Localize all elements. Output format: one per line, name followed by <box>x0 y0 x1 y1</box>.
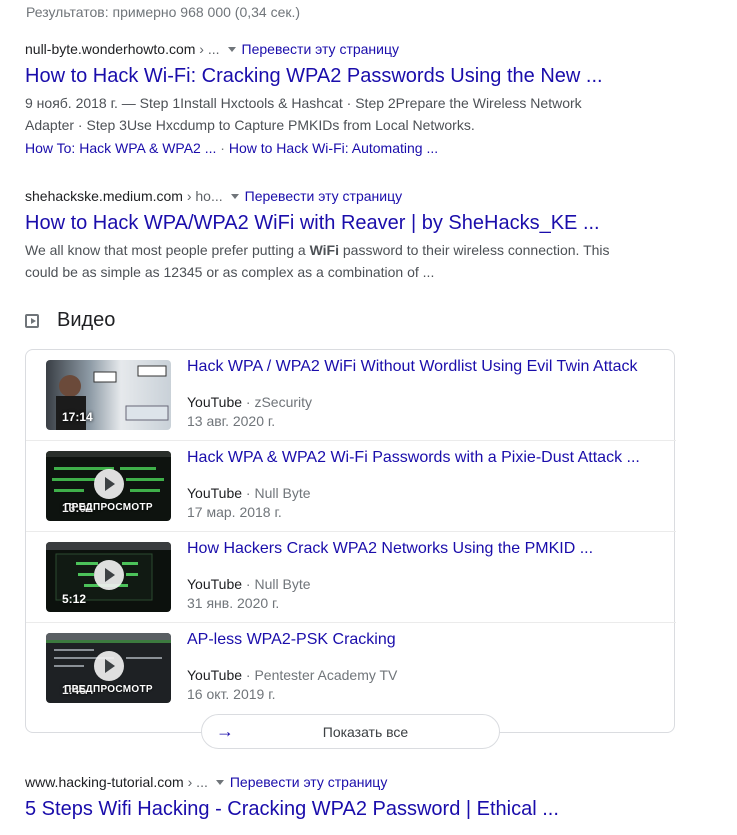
video-source: YouTube · Pentester Academy TV <box>187 667 397 683</box>
videos-heading-label: Видео <box>57 309 116 331</box>
sitelink-separator: · <box>216 140 229 156</box>
result-snippet: We all know that most people prefer putt… <box>25 239 645 283</box>
videos-heading: Видео <box>25 309 115 332</box>
show-all-button[interactable]: → Показать все <box>201 714 500 749</box>
snippet-line: We all know that most people prefer putt… <box>25 239 645 261</box>
video-icon <box>25 313 39 328</box>
video-title-link[interactable]: Hack WPA & WPA2 Wi-Fi Passwords with a P… <box>187 449 640 467</box>
result-snippet: 9 нояб. 2018 г. — Step 1Install Hxctools… <box>25 92 645 136</box>
translate-link[interactable]: Перевести эту страницу <box>230 774 387 790</box>
preview-label: ПРЕДПРОСМОТР <box>64 502 153 513</box>
video-channel: zSecurity <box>254 394 313 410</box>
video-channel: Pentester Academy TV <box>254 667 398 683</box>
result-domain: shehackske.medium.com <box>25 188 183 204</box>
snippet-text: password to their wireless connection. T… <box>339 242 610 258</box>
result-url[interactable]: www.hacking-tutorial.com › ... Перевести … <box>25 773 645 791</box>
video-duration: 17:14 <box>62 410 93 424</box>
preview-label: ПРЕДПРОСМОТР <box>64 684 153 695</box>
video-source: YouTube · Null Byte <box>187 485 311 501</box>
play-icon[interactable] <box>94 651 124 681</box>
snippet-text: We all know that most people prefer putt… <box>25 242 310 258</box>
video-thumbnail[interactable]: 17:14 <box>46 360 171 430</box>
play-icon[interactable] <box>94 469 124 499</box>
result-domain: null-byte.wonderhowto.com <box>25 41 196 57</box>
video-platform: YouTube <box>187 667 243 683</box>
video-source: YouTube · Null Byte <box>187 576 311 592</box>
search-result: shehackske.medium.com › ho... Перевести э… <box>25 187 645 283</box>
source-separator: · <box>242 485 255 501</box>
video-date: 31 янв. 2020 г. <box>187 595 280 611</box>
source-separator: · <box>242 667 255 683</box>
show-all-label: Показать все <box>322 724 409 740</box>
snippet-bold: WiFi <box>309 242 339 258</box>
search-result: null-byte.wonderhowto.com › ... Перевести… <box>25 40 645 158</box>
result-url[interactable]: null-byte.wonderhowto.com › ... Перевести… <box>25 40 645 58</box>
video-title-link[interactable]: Hack WPA / WPA2 WiFi Without Wordlist Us… <box>187 358 637 376</box>
video-date: 13 авг. 2020 г. <box>187 413 276 429</box>
video-channel: Null Byte <box>254 576 311 592</box>
video-source: YouTube · zSecurity <box>187 394 312 410</box>
caret-down-icon[interactable] <box>215 780 224 785</box>
result-title-link[interactable]: How to Hack WPA/WPA2 WiFi with Reaver | … <box>25 210 645 236</box>
video-platform: YouTube <box>187 394 243 410</box>
video-channel: Null Byte <box>254 485 311 501</box>
video-title-link[interactable]: AP-less WPA2-PSK Cracking <box>187 631 396 649</box>
video-platform: YouTube <box>187 485 243 501</box>
result-path: › ... <box>183 774 208 790</box>
source-separator: · <box>242 394 255 410</box>
video-date: 17 мар. 2018 г. <box>187 504 282 520</box>
caret-down-icon[interactable] <box>227 47 236 52</box>
result-title-link[interactable]: How to Hack Wi-Fi: Cracking WPA2 Passwor… <box>25 63 645 89</box>
video-item[interactable]: 5:12 How Hackers Crack WPA2 Networks Usi… <box>26 532 676 623</box>
result-domain: www.hacking-tutorial.com <box>25 774 184 790</box>
video-thumbnail[interactable]: 5:12 <box>46 542 171 612</box>
result-title-link[interactable]: 5 Steps Wifi Hacking - Cracking WPA2 Pas… <box>25 796 645 822</box>
video-item[interactable]: 13:02 ПРЕДПРОСМОТР Hack WPA & WPA2 Wi-Fi… <box>26 441 676 532</box>
snippet-line: could be as simple as 12345 or as comple… <box>25 264 435 280</box>
video-item[interactable]: 17:14 Hack WPA / WPA2 WiFi Without Wordl… <box>26 350 676 441</box>
result-url[interactable]: shehackske.medium.com › ho... Перевести э… <box>25 187 645 205</box>
result-path: › ... <box>195 41 220 57</box>
translate-link[interactable]: Перевести эту страницу <box>245 188 402 204</box>
result-stats: Результатов: примерно 968 000 (0,34 сек.… <box>26 4 301 20</box>
play-icon[interactable] <box>94 560 124 590</box>
video-thumbnail[interactable]: 13:02 ПРЕДПРОСМОТР <box>46 451 171 521</box>
source-separator: · <box>242 576 255 592</box>
video-date: 16 окт. 2019 г. <box>187 686 276 702</box>
caret-down-icon[interactable] <box>230 194 239 199</box>
snippet-line: Adapter · Step 3Use Hxcdump to Capture P… <box>25 117 475 133</box>
video-title-link[interactable]: How Hackers Crack WPA2 Networks Using th… <box>187 540 593 558</box>
video-item[interactable]: 1:45 ПРЕДПРОСМОТР AP-less WPA2-PSK Crack… <box>26 623 676 714</box>
search-result: www.hacking-tutorial.com › ... Перевести … <box>25 773 645 822</box>
snippet-line: 9 нояб. 2018 г. — Step 1Install Hxctools… <box>25 95 582 111</box>
translate-link[interactable]: Перевести эту страницу <box>242 41 399 57</box>
sitelink[interactable]: How To: Hack WPA & WPA2 ... <box>25 140 216 156</box>
result-path: › ho... <box>182 188 223 204</box>
sitelinks: How To: Hack WPA & WPA2 ... · How to Hac… <box>25 138 645 158</box>
video-carousel: 17:14 Hack WPA / WPA2 WiFi Without Wordl… <box>25 349 676 749</box>
sitelink[interactable]: How to Hack Wi-Fi: Automating ... <box>229 140 438 156</box>
video-platform: YouTube <box>187 576 243 592</box>
video-duration: 5:12 <box>62 592 87 606</box>
video-thumbnail[interactable]: 1:45 ПРЕДПРОСМОТР <box>46 633 171 703</box>
